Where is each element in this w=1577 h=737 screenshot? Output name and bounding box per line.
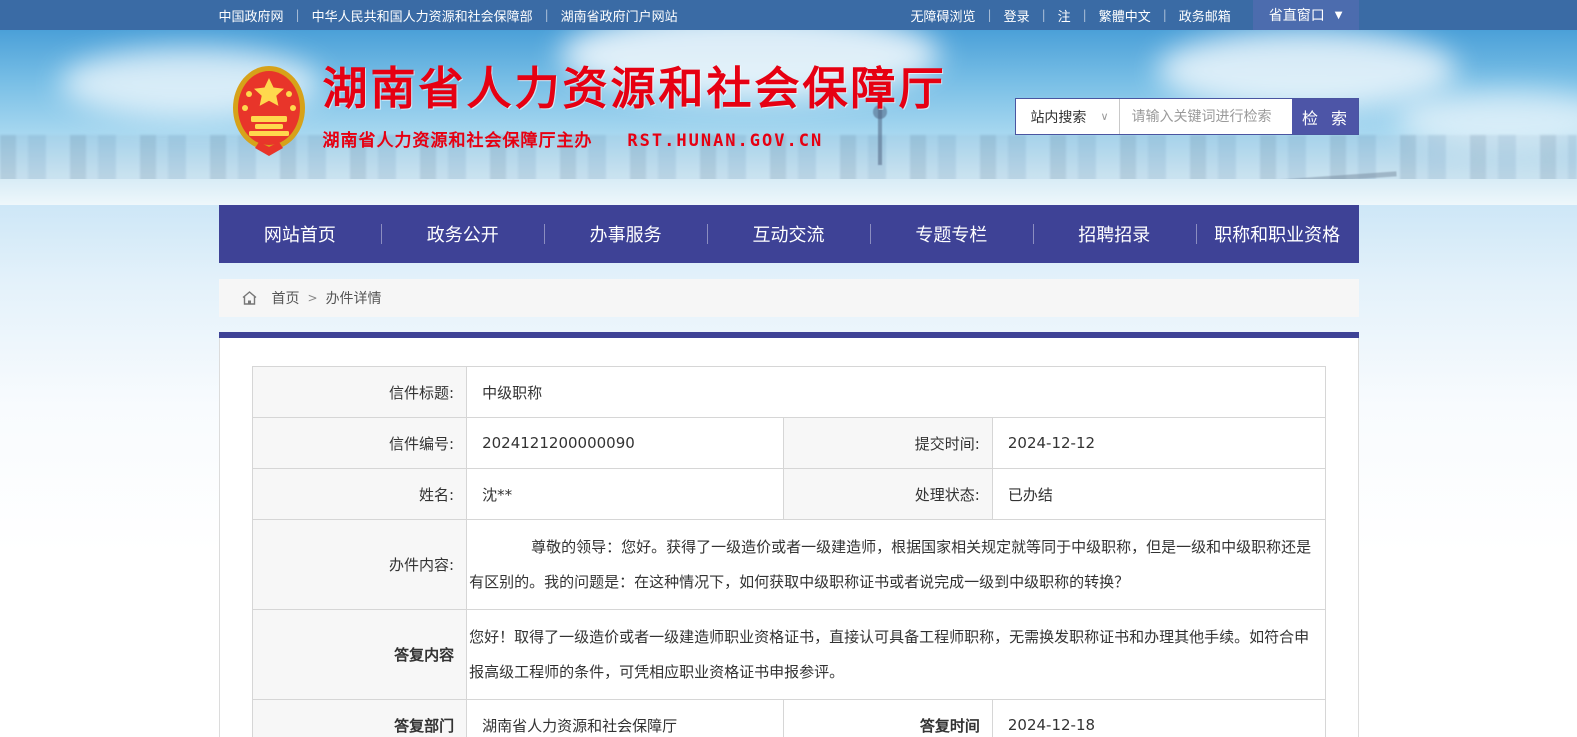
separator: | — [1163, 8, 1167, 22]
separator: | — [296, 8, 300, 22]
search-scope-label: 站内搜索 — [1030, 107, 1086, 127]
inquiry-content-label: 办件内容: — [252, 520, 467, 610]
table-row: 姓名: 沈** 处理状态: 已办结 — [252, 469, 1325, 520]
link-gov-mail[interactable]: 政务邮箱 — [1179, 6, 1231, 25]
link-china-gov[interactable]: 中国政府网 — [219, 6, 284, 25]
submit-time-label: 提交时间: — [783, 418, 992, 469]
site-brand: 湖南省人力资源和社会保障厅 湖南省人力资源和社会保障厅主办 RST.HUNAN.… — [231, 64, 947, 160]
table-row: 办件内容: 尊敬的领导：您好。获得了一级造价或者一级建造师，根据国家相关规定就等… — [252, 520, 1325, 610]
content-section: 信件标题: 中级职称 信件编号: 2024121200000090 提交时间: … — [219, 332, 1359, 737]
table-row: 信件标题: 中级职称 — [252, 367, 1325, 418]
inquiry-content-text: 尊敬的领导：您好。获得了一级造价或者一级建造师，根据国家相关规定就等同于中级职称… — [469, 530, 1322, 599]
breadcrumb-section: 首页 > 办件详情 — [219, 279, 1359, 317]
nav-item-gov-affairs[interactable]: 政务公开 — [381, 205, 544, 263]
link-register[interactable]: 注 — [1058, 6, 1071, 25]
link-hunan-gov-portal[interactable]: 湖南省政府门户网站 — [561, 6, 678, 25]
separator: | — [1083, 8, 1087, 22]
main-navigation: 网站首页 政务公开 办事服务 互动交流 专题专栏 招聘招录 职称和职业资格 — [0, 205, 1577, 263]
reply-content-label: 答复内容 — [252, 610, 467, 700]
site-domain: RST.HUNAN.GOV.CN — [627, 131, 823, 151]
chevron-down-icon: ∨ — [1100, 110, 1108, 123]
letter-number-label: 信件编号: — [252, 418, 467, 469]
status-label: 处理状态: — [783, 469, 992, 520]
site-search: 站内搜索 ∨ 检 索 — [1015, 98, 1358, 135]
link-accessibility[interactable]: 无障碍浏览 — [911, 6, 976, 25]
nav-item-special-topics[interactable]: 专题专栏 — [870, 205, 1033, 263]
table-row: 答复内容 您好！取得了一级造价或者一级建造师职业资格证书，直接认可具备工程师职称… — [252, 610, 1325, 700]
site-title: 湖南省人力资源和社会保障厅 — [323, 64, 947, 114]
letter-title-value: 中级职称 — [467, 367, 1325, 418]
nav-item-home[interactable]: 网站首页 — [219, 205, 382, 263]
separator: | — [545, 8, 549, 22]
reply-time-value: 2024-12-18 — [992, 700, 1325, 737]
reply-content-text: 您好！取得了一级造价或者一级建造师职业资格证书，直接认可具备工程师职称，无需换发… — [469, 620, 1322, 689]
submit-time-value: 2024-12-12 — [992, 418, 1325, 469]
breadcrumb: 首页 > 办件详情 — [219, 279, 1359, 317]
name-value: 沈** — [467, 469, 784, 520]
link-traditional-chinese[interactable]: 繁體中文 — [1099, 6, 1151, 25]
page: 中国政府网 | 中华人民共和国人力资源和社会保障部 | 湖南省政府门户网站 无障… — [0, 0, 1577, 737]
link-mohrss[interactable]: 中华人民共和国人力资源和社会保障部 — [312, 6, 533, 25]
link-login[interactable]: 登录 — [1004, 6, 1030, 25]
inquiry-content-value: 尊敬的领导：您好。获得了一级造价或者一级建造师，根据国家相关规定就等同于中级职称… — [467, 520, 1325, 610]
table-row: 答复部门 湖南省人力资源和社会保障厅 答复时间 2024-12-18 — [252, 700, 1325, 737]
letter-detail-table: 信件标题: 中级职称 信件编号: 2024121200000090 提交时间: … — [252, 366, 1326, 737]
separator: | — [988, 8, 992, 22]
reply-content-value: 您好！取得了一级造价或者一级建造师职业资格证书，直接认可具备工程师职称，无需换发… — [467, 610, 1325, 700]
reply-dept-label: 答复部门 — [252, 700, 467, 737]
status-badge: 已办结 — [992, 469, 1325, 520]
nav-item-titles-qualifications[interactable]: 职称和职业资格 — [1196, 205, 1359, 263]
breadcrumb-separator: > — [308, 291, 318, 305]
separator: | — [1042, 8, 1046, 22]
nav-item-services[interactable]: 办事服务 — [544, 205, 707, 263]
reply-time-label: 答复时间 — [783, 700, 992, 737]
search-input[interactable] — [1120, 99, 1292, 134]
topbar-right-links: 无障碍浏览 | 登录 | 注 | 繁體中文 | 政务邮箱 省直窗口 ▼ — [911, 0, 1359, 30]
site-subtitle-text: 湖南省人力资源和社会保障厅主办 — [323, 131, 593, 151]
top-utility-bar: 中国政府网 | 中华人民共和国人力资源和社会保障部 | 湖南省政府门户网站 无障… — [0, 0, 1577, 30]
province-window-label: 省直窗口 — [1269, 5, 1325, 25]
nav-item-interaction[interactable]: 互动交流 — [707, 205, 870, 263]
letter-detail-panel: 信件标题: 中级职称 信件编号: 2024121200000090 提交时间: … — [219, 338, 1359, 737]
letter-number-value: 2024121200000090 — [467, 418, 784, 469]
reply-dept-value: 湖南省人力资源和社会保障厅 — [467, 700, 784, 737]
chevron-down-icon: ▼ — [1335, 10, 1343, 21]
table-row: 信件编号: 2024121200000090 提交时间: 2024-12-12 — [252, 418, 1325, 469]
search-button[interactable]: 检 索 — [1292, 99, 1358, 134]
breadcrumb-home-link[interactable]: 首页 — [272, 288, 300, 308]
breadcrumb-current: 办件详情 — [326, 288, 382, 308]
topbar-left-links: 中国政府网 | 中华人民共和国人力资源和社会保障部 | 湖南省政府门户网站 — [219, 0, 678, 30]
province-window-dropdown[interactable]: 省直窗口 ▼ — [1253, 0, 1359, 30]
nav-item-recruitment[interactable]: 招聘招录 — [1033, 205, 1196, 263]
letter-title-label: 信件标题: — [252, 367, 467, 418]
home-icon[interactable] — [241, 290, 258, 306]
header-banner: 湖南省人力资源和社会保障厅 湖南省人力资源和社会保障厅主办 RST.HUNAN.… — [0, 30, 1577, 205]
search-scope-select[interactable]: 站内搜索 ∨ — [1016, 99, 1119, 134]
national-emblem-logo — [231, 64, 307, 160]
site-subtitle: 湖南省人力资源和社会保障厅主办 RST.HUNAN.GOV.CN — [323, 126, 947, 151]
name-label: 姓名: — [252, 469, 467, 520]
